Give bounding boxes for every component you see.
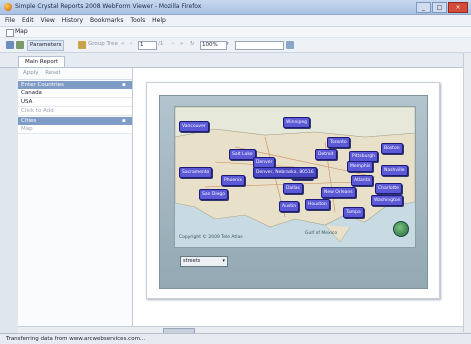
status-bar: Transferring data from www.arcwebservice… bbox=[0, 333, 471, 344]
viewer-toolbar: Parameters Group Tree « ‹ 1 /1 › » ↻ 100… bbox=[0, 38, 471, 53]
city-pin[interactable]: New Orleans bbox=[321, 187, 356, 198]
city-pin[interactable]: Winnipeg bbox=[283, 117, 311, 128]
export-icon[interactable] bbox=[6, 41, 14, 49]
horizontal-scrollbar[interactable] bbox=[18, 326, 463, 334]
menu-view[interactable]: View bbox=[41, 15, 55, 26]
tab-main-report[interactable]: Main Report bbox=[18, 56, 66, 67]
search-input[interactable] bbox=[235, 41, 284, 50]
group-tree-icon bbox=[78, 41, 86, 49]
close-button[interactable]: × bbox=[448, 2, 468, 13]
add-country-hint[interactable]: Click to Add bbox=[18, 107, 132, 116]
city-pin[interactable]: Austin bbox=[279, 201, 300, 212]
city-pin[interactable]: Toronto bbox=[327, 137, 350, 148]
minimize-button[interactable]: _ bbox=[416, 2, 431, 13]
map-style-dropdown[interactable]: streets ▾ bbox=[180, 256, 228, 267]
countries-section-title: Enter Countries bbox=[21, 82, 64, 88]
status-text: Transferring data from www.arcwebservice… bbox=[6, 336, 146, 342]
menu-help[interactable]: Help bbox=[152, 15, 166, 26]
chevron-down-icon: ▾ bbox=[222, 258, 225, 264]
map-style-value: streets bbox=[183, 258, 201, 264]
page-input[interactable]: 1 bbox=[138, 41, 157, 50]
reset-button[interactable]: Reset bbox=[45, 70, 60, 76]
country-row[interactable]: Canada bbox=[18, 89, 132, 98]
map-view[interactable]: Vancouver Winnipeg Toronto Salt Lake Den… bbox=[174, 106, 416, 248]
city-pin[interactable]: Dallas bbox=[283, 183, 303, 194]
city-pin[interactable]: Salt Lake bbox=[229, 149, 256, 160]
firefox-icon bbox=[4, 3, 12, 11]
city-pin[interactable]: Washington bbox=[371, 195, 404, 206]
menu-bookmarks[interactable]: Bookmarks bbox=[90, 15, 124, 26]
menu-history[interactable]: History bbox=[62, 15, 83, 26]
menu-file[interactable]: File bbox=[5, 15, 15, 26]
report-toolbar-top: Map bbox=[0, 27, 471, 37]
city-pin[interactable]: Atlanta bbox=[351, 175, 374, 186]
window-title: Simple Crystal Reports 2008 WebForm View… bbox=[15, 3, 202, 10]
last-page-icon[interactable]: » bbox=[180, 41, 183, 47]
city-pin[interactable]: Boston bbox=[381, 143, 403, 154]
prev-page-icon[interactable]: ‹ bbox=[130, 41, 132, 47]
zoom-dropdown-icon[interactable]: ▾ bbox=[226, 41, 229, 47]
city-pin[interactable]: Sacramento bbox=[179, 167, 213, 178]
city-pin[interactable]: Phoenix bbox=[221, 175, 245, 186]
city-pin[interactable]: Charlotte bbox=[375, 183, 402, 194]
map-panel: Vancouver Winnipeg Toronto Salt Lake Den… bbox=[159, 95, 428, 289]
report-canvas: Vancouver Winnipeg Toronto Salt Lake Den… bbox=[133, 68, 463, 332]
collapse-icon[interactable]: ▪ bbox=[122, 117, 128, 124]
cities-hint[interactable]: Map bbox=[18, 125, 132, 134]
map-attribution: Copyright © 2009 Tele Atlas bbox=[179, 235, 243, 240]
countries-section-header[interactable]: Enter Countries ▪ bbox=[18, 81, 132, 89]
maximize-button[interactable]: □ bbox=[432, 2, 447, 13]
title-bar: Simple Crystal Reports 2008 WebForm View… bbox=[0, 0, 471, 15]
gulf-label: Gulf of Mexico bbox=[305, 231, 338, 236]
group-tree-button[interactable]: Group Tree bbox=[88, 41, 118, 47]
cities-section-header[interactable]: Cities ▪ bbox=[18, 117, 132, 125]
parameters-button[interactable]: Parameters bbox=[27, 40, 65, 51]
globe-icon bbox=[393, 221, 409, 237]
city-pin[interactable]: San Diego bbox=[199, 189, 228, 200]
print-icon[interactable] bbox=[16, 41, 24, 49]
city-pin[interactable]: Tampa bbox=[343, 207, 364, 218]
city-pin[interactable]: Vancouver bbox=[179, 121, 209, 132]
window-controls: _ □ × bbox=[416, 2, 468, 13]
parameter-actions: Apply Reset bbox=[18, 68, 132, 80]
cities-section-title: Cities bbox=[21, 118, 37, 124]
city-pin[interactable]: Houston bbox=[305, 199, 330, 210]
location-tooltip: Denver, Nebraska, 80516 bbox=[253, 167, 317, 178]
menu-edit[interactable]: Edit bbox=[22, 15, 34, 26]
country-row[interactable]: USA bbox=[18, 98, 132, 107]
page-count: /1 bbox=[158, 41, 164, 47]
report-page: Vancouver Winnipeg Toronto Salt Lake Den… bbox=[146, 82, 440, 299]
map-checkbox[interactable] bbox=[6, 29, 14, 37]
search-icon[interactable] bbox=[286, 41, 294, 49]
vertical-scrollbar[interactable] bbox=[463, 53, 471, 332]
menu-bar: File Edit View History Bookmarks Tools H… bbox=[0, 15, 471, 27]
city-pin[interactable]: Nashville bbox=[381, 165, 408, 176]
apply-button[interactable]: Apply bbox=[23, 70, 39, 76]
refresh-icon[interactable]: ↻ bbox=[190, 41, 195, 47]
parameter-panel: Apply Reset Enter Countries ▪ Canada USA… bbox=[18, 68, 133, 332]
city-pin[interactable]: Memphis bbox=[347, 161, 374, 172]
report-tabs: Main Report bbox=[0, 53, 471, 68]
menu-tools[interactable]: Tools bbox=[130, 15, 145, 26]
collapse-icon[interactable]: ▪ bbox=[122, 81, 128, 88]
city-pin[interactable]: Detroit bbox=[315, 149, 337, 160]
first-page-icon[interactable]: « bbox=[121, 41, 124, 47]
zoom-select[interactable]: 100% bbox=[200, 41, 227, 50]
next-page-icon[interactable]: › bbox=[172, 41, 174, 47]
map-label: Map bbox=[15, 28, 28, 35]
